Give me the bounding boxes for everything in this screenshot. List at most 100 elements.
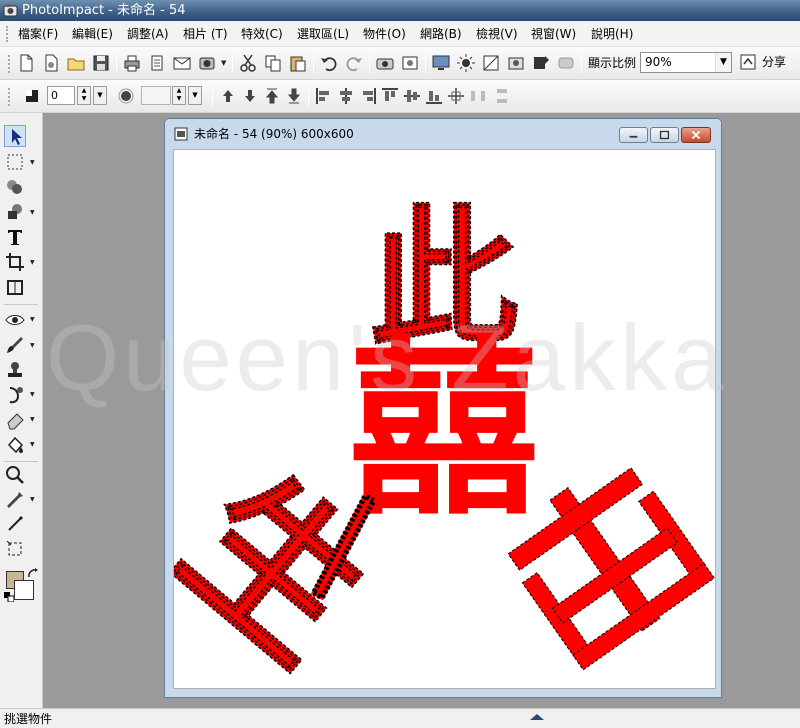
share-label: 分享 [762, 55, 787, 69]
print-icon[interactable] [122, 53, 142, 73]
camera-capture-icon[interactable] [197, 53, 217, 73]
menu-help[interactable]: 說明(H) [591, 26, 633, 43]
align-both-icon[interactable] [446, 86, 466, 106]
pick-tool-icon[interactable] [4, 125, 26, 147]
eraser-icon[interactable] [4, 409, 26, 431]
send-to-back-icon[interactable] [284, 86, 304, 106]
chevron-down-icon[interactable]: ▼ [93, 86, 107, 105]
chevron-down-icon[interactable]: ▼ [30, 160, 36, 166]
disabled-field [141, 86, 171, 105]
line-tool-icon[interactable] [4, 513, 26, 535]
paint-brush-icon[interactable] [4, 334, 26, 356]
arrow-down-icon[interactable] [240, 86, 260, 106]
chevron-down-icon[interactable]: ▼ [30, 260, 36, 266]
camera-icon[interactable] [375, 53, 395, 73]
object-paint-icon[interactable] [4, 538, 26, 560]
toolbar-grip[interactable] [8, 55, 10, 73]
tone-curve-icon[interactable] [481, 53, 501, 73]
align-top-icon[interactable] [380, 86, 400, 106]
undo-icon[interactable] [319, 53, 339, 73]
save-icon[interactable] [91, 53, 111, 73]
eyedropper-icon[interactable] [4, 489, 26, 511]
toolbar-separator [212, 86, 213, 106]
menu-window[interactable]: 視窗(W) [531, 26, 576, 43]
reset-colors-icon[interactable] [4, 591, 15, 603]
chevron-down-icon[interactable]: ▼ [30, 497, 36, 503]
menu-file[interactable]: 檔案(F) [18, 26, 58, 43]
open-folder-icon[interactable] [66, 53, 86, 73]
stamp-tool-icon[interactable] [4, 359, 26, 381]
transform-tool-icon[interactable] [4, 276, 26, 298]
background-color-swatch[interactable] [14, 580, 34, 600]
toolbar-grip[interactable] [8, 88, 10, 106]
chevron-down-icon[interactable]: ▼ [30, 343, 36, 349]
align-right-icon[interactable] [358, 86, 378, 106]
menu-selection[interactable]: 選取區(L) [297, 26, 349, 43]
new-file-icon[interactable] [16, 53, 36, 73]
align-bottom-icon[interactable] [424, 86, 444, 106]
menu-adjust[interactable]: 調整(A) [127, 26, 169, 43]
disabled-spinner: ▲ ▼ [172, 86, 186, 105]
zoom-tool-icon[interactable] [4, 464, 26, 486]
photoimpact-app-icon[interactable] [3, 3, 18, 18]
chevron-down-icon[interactable]: ▼ [30, 317, 36, 323]
copy-icon[interactable] [263, 53, 283, 73]
chevron-down-icon[interactable]: ▼ [30, 442, 36, 448]
zoom-value: 90% [645, 55, 672, 69]
color-swatch-icon[interactable] [22, 86, 42, 106]
brightness-icon[interactable] [456, 53, 476, 73]
toolbar-separator [308, 86, 309, 106]
menu-bar: 檔案(F) 編輯(E) 調整(A) 相片 (T) 特效(C) 選取區(L) 物件… [0, 21, 800, 47]
fill-bucket-icon[interactable] [4, 434, 26, 456]
close-button[interactable] [681, 127, 711, 143]
menubar-grip[interactable] [6, 26, 10, 42]
arrow-up-icon[interactable] [218, 86, 238, 106]
minimize-button[interactable] [619, 127, 648, 143]
chevron-down-icon[interactable]: ▼ [715, 53, 731, 72]
align-middle-icon[interactable] [402, 86, 422, 106]
chevron-down-icon[interactable]: ▼ [30, 417, 36, 423]
selection-tool-icon[interactable] [4, 151, 26, 173]
menu-web[interactable]: 網路(B) [420, 26, 462, 43]
menu-effect[interactable]: 特效(C) [241, 26, 283, 43]
chevron-down-icon[interactable]: ▼ [221, 60, 228, 67]
menu-view[interactable]: 檢視(V) [476, 26, 518, 43]
menu-edit[interactable]: 編輯(E) [72, 26, 113, 43]
scan-icon[interactable] [147, 53, 167, 73]
text-tool-icon[interactable] [4, 226, 26, 248]
document-icon[interactable] [174, 127, 188, 141]
panel-toggle-icon[interactable] [530, 709, 544, 720]
red-eye-tool-icon[interactable] [4, 309, 26, 331]
menu-object[interactable]: 物件(O) [363, 26, 406, 43]
clone-brush-icon[interactable] [4, 384, 26, 406]
new-from-template-icon[interactable] [41, 53, 61, 73]
image-canvas[interactable]: 此 囍 生 一 [173, 149, 716, 689]
photo-fix-icon[interactable] [400, 53, 420, 73]
paste-icon[interactable] [288, 53, 308, 73]
monitor-icon[interactable] [431, 53, 451, 73]
shape-tool-icon[interactable] [4, 201, 26, 223]
menu-photo[interactable]: 相片 (T) [183, 26, 228, 43]
effects-icon[interactable] [531, 53, 551, 73]
zoom-select[interactable]: 90% ▼ [640, 52, 732, 73]
share-button[interactable]: 分享 [738, 52, 794, 73]
bring-to-front-icon[interactable] [262, 86, 282, 106]
mail-icon[interactable] [172, 53, 192, 73]
chevron-down-icon[interactable]: ▼ [30, 210, 36, 216]
toolbar-separator [116, 53, 117, 73]
maximize-button[interactable] [650, 127, 679, 143]
crop-tool-icon[interactable] [4, 251, 26, 273]
value-spinner[interactable]: ▲ ▼ [77, 86, 91, 105]
swap-colors-icon[interactable] [27, 568, 39, 580]
redo-icon[interactable] [344, 53, 364, 73]
soft-edge-icon[interactable] [116, 86, 136, 106]
bezier-tool-icon[interactable] [4, 176, 26, 198]
cut-icon[interactable] [238, 53, 258, 73]
enhance-icon[interactable] [506, 53, 526, 73]
value-field[interactable]: 0 [47, 86, 75, 105]
screen-icon[interactable] [556, 53, 576, 73]
title-bar: PhotoImpact - 未命名 - 54 [0, 0, 800, 21]
align-left-icon[interactable] [314, 86, 334, 106]
chevron-down-icon[interactable]: ▼ [30, 392, 36, 398]
align-center-icon[interactable] [336, 86, 356, 106]
